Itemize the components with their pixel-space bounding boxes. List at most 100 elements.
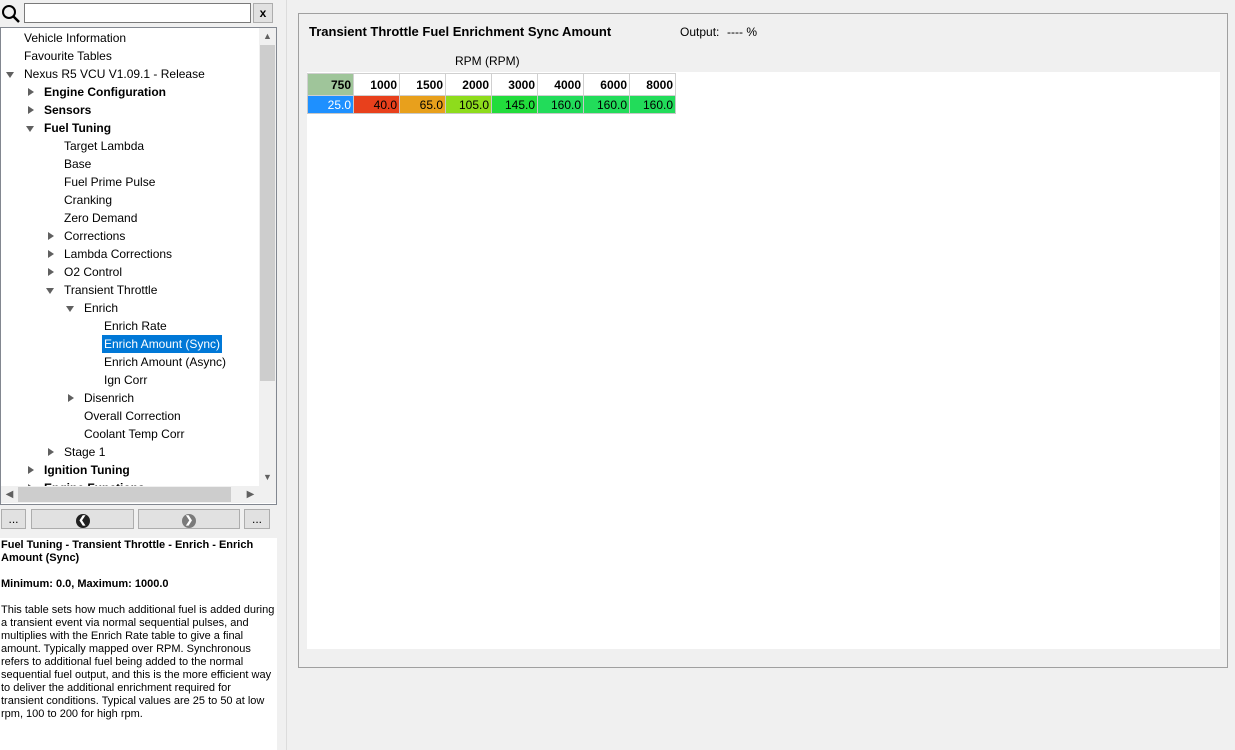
tree-item[interactable]: O2 Control xyxy=(1,263,259,281)
scroll-right-icon[interactable]: ▶ xyxy=(242,486,259,503)
tree-item[interactable]: Ignition Tuning xyxy=(1,461,259,479)
tree-view[interactable]: Vehicle Information Favourite Tables Nexus… xyxy=(0,27,277,505)
tree-item[interactable]: Overall Correction xyxy=(1,407,259,425)
tree-item-label: Nexus R5 VCU V1.09.1 - Release xyxy=(24,67,205,81)
tree-item[interactable]: Engine Functions xyxy=(1,479,259,486)
tree-item-label: Engine Configuration xyxy=(44,85,166,99)
tree-item-label: Cranking xyxy=(64,193,113,207)
more-right-button[interactable]: ... xyxy=(244,509,270,529)
tree-item[interactable]: Transient Throttle xyxy=(1,281,259,299)
value-cell[interactable]: 160.0 xyxy=(583,95,630,114)
expand-right-icon[interactable] xyxy=(45,227,57,245)
tree-item[interactable]: Lambda Corrections xyxy=(1,245,259,263)
expand-right-icon[interactable] xyxy=(25,479,37,486)
expand-right-icon[interactable] xyxy=(25,83,37,101)
tree-item[interactable]: Fuel Tuning xyxy=(1,119,259,137)
tree-item[interactable]: Ign Corr xyxy=(1,371,259,389)
tree-item-label: Fuel Tuning xyxy=(44,121,112,135)
tree-item-label: O2 Control xyxy=(64,265,123,279)
tree-item[interactable]: Disenrich xyxy=(1,389,259,407)
more-left-button[interactable]: ... xyxy=(1,509,26,529)
value-cell[interactable]: 25.0 xyxy=(307,95,354,114)
table-title: Transient Throttle Fuel Enrichment Sync … xyxy=(309,24,612,39)
pane-splitter[interactable] xyxy=(277,0,287,750)
search-input[interactable] xyxy=(24,3,251,23)
output-value: ---- % xyxy=(727,25,757,39)
forward-button[interactable]: ❯ xyxy=(138,509,240,529)
tree-item-label: Coolant Temp Corr xyxy=(84,427,185,441)
tree-item[interactable]: Enrich xyxy=(1,299,259,317)
tree-item[interactable]: Corrections xyxy=(1,227,259,245)
axis-label: RPM (RPM) xyxy=(455,54,520,68)
back-arrow-icon: ❮ xyxy=(75,514,90,528)
expand-right-icon[interactable] xyxy=(45,245,57,263)
tree-item-label: Overall Correction xyxy=(84,409,181,423)
value-cell[interactable]: 40.0 xyxy=(353,95,400,114)
scroll-down-icon[interactable]: ▼ xyxy=(259,469,276,486)
expand-right-icon[interactable] xyxy=(45,263,57,281)
rpm-header-cell[interactable]: 750 xyxy=(307,73,354,96)
tree-item[interactable]: Sensors xyxy=(1,101,259,119)
rpm-header-cell[interactable]: 6000 xyxy=(583,73,630,96)
search-bar: x xyxy=(0,2,277,26)
expand-right-icon[interactable] xyxy=(25,461,37,479)
tree-item-label: Transient Throttle xyxy=(64,283,158,297)
expand-right-icon[interactable] xyxy=(45,443,57,461)
tree-item[interactable]: Zero Demand xyxy=(1,209,259,227)
rpm-header-cell[interactable]: 8000 xyxy=(629,73,676,96)
tree-item[interactable]: Enrich Rate xyxy=(1,317,259,335)
value-cell[interactable]: 160.0 xyxy=(629,95,676,114)
scroll-corner xyxy=(259,486,276,503)
scroll-left-icon[interactable]: ◀ xyxy=(1,486,18,503)
forward-arrow-icon: ❯ xyxy=(182,514,196,528)
value-row: 25.0 40.0 65.0 105.0 145.0 160.0 160.0 160.0 xyxy=(307,95,676,114)
tree-item[interactable]: Vehicle Information xyxy=(1,29,259,47)
rpm-header-cell[interactable]: 1000 xyxy=(353,73,400,96)
tree-item[interactable]: Base xyxy=(1,155,259,173)
scroll-up-icon[interactable]: ▲ xyxy=(259,28,276,45)
output-label: Output: xyxy=(680,25,720,39)
help-range: Minimum: 0.0, Maximum: 1000.0 xyxy=(1,578,169,590)
expand-down-icon[interactable] xyxy=(45,281,57,299)
value-cell[interactable]: 105.0 xyxy=(445,95,492,114)
tree-item[interactable]: Target Lambda xyxy=(1,137,259,155)
tree-item[interactable]: Enrich Amount (Sync) xyxy=(1,335,259,353)
expand-right-icon[interactable] xyxy=(65,389,77,407)
vertical-scroll-thumb[interactable] xyxy=(260,45,275,381)
clear-search-button[interactable]: x xyxy=(253,3,273,23)
horizontal-scrollbar[interactable]: ◀ ▶ xyxy=(1,486,259,503)
tree-item[interactable]: Nexus R5 VCU V1.09.1 - Release xyxy=(1,65,259,83)
value-cell[interactable]: 65.0 xyxy=(399,95,446,114)
table-canvas[interactable] xyxy=(307,72,1220,649)
tree-item-label: Zero Demand xyxy=(64,211,138,225)
table-editor-panel: Transient Throttle Fuel Enrichment Sync … xyxy=(298,13,1228,668)
tree-item-label: Enrich Amount (Async) xyxy=(104,355,227,369)
expand-right-icon[interactable] xyxy=(25,101,37,119)
tree-item[interactable]: Coolant Temp Corr xyxy=(1,425,259,443)
rpm-header-cell[interactable]: 1500 xyxy=(399,73,446,96)
rpm-header-cell[interactable]: 2000 xyxy=(445,73,492,96)
rpm-header-cell[interactable]: 3000 xyxy=(491,73,538,96)
rpm-header-cell[interactable]: 4000 xyxy=(537,73,584,96)
expand-down-icon[interactable] xyxy=(25,119,37,137)
tree-item[interactable]: Cranking xyxy=(1,191,259,209)
tree-item-label: Stage 1 xyxy=(64,445,106,459)
help-description: This table sets how much additional fuel… xyxy=(1,604,275,720)
value-cell[interactable]: 145.0 xyxy=(491,95,538,114)
value-cell[interactable]: 160.0 xyxy=(537,95,584,114)
tree-item[interactable]: Fuel Prime Pulse xyxy=(1,173,259,191)
horizontal-scroll-thumb[interactable] xyxy=(18,487,231,502)
expand-down-icon[interactable] xyxy=(5,65,17,83)
back-button[interactable]: ❮ xyxy=(31,509,134,529)
tree-item-label: Corrections xyxy=(64,229,126,243)
tree-item[interactable]: Stage 1 xyxy=(1,443,259,461)
tree-item-label: Engine Functions xyxy=(42,479,147,486)
fuel-enrichment-table[interactable]: 750 1000 1500 2000 3000 4000 6000 8000 25.0 40.0… xyxy=(307,73,676,114)
expand-down-icon[interactable] xyxy=(65,299,77,317)
vertical-scrollbar[interactable]: ▲ ▼ xyxy=(259,28,276,486)
tree-item-label: Disenrich xyxy=(84,391,135,405)
tree-item[interactable]: Favourite Tables xyxy=(1,47,259,65)
tree-item[interactable]: Enrich Amount (Async) xyxy=(1,353,259,371)
tree-item[interactable]: Engine Configuration xyxy=(1,83,259,101)
search-icon[interactable] xyxy=(0,3,22,25)
